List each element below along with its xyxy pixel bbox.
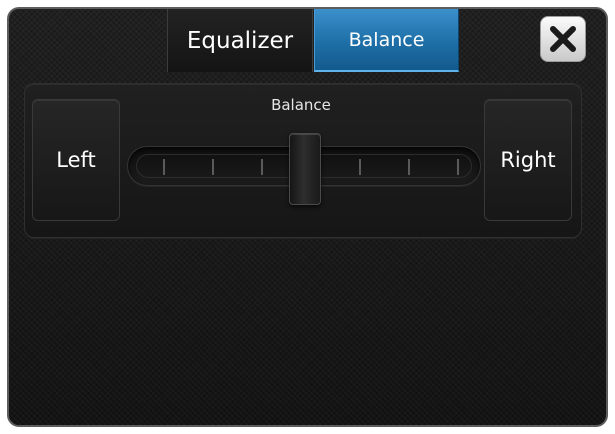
- tab-balance[interactable]: Balance: [314, 9, 459, 72]
- slider-tick: [408, 159, 410, 175]
- slider-tick: [163, 159, 165, 175]
- balance-left-button[interactable]: Left: [32, 99, 120, 221]
- close-button[interactable]: [540, 16, 586, 62]
- balance-left-label: Left: [56, 148, 96, 172]
- slider-tick: [212, 159, 214, 175]
- balance-right-label: Right: [500, 148, 556, 172]
- balance-slider-thumb[interactable]: [289, 133, 321, 205]
- tab-equalizer[interactable]: Equalizer: [167, 9, 313, 72]
- slider-tick: [457, 159, 459, 175]
- tab-equalizer-label: Equalizer: [186, 27, 294, 54]
- slider-tick: [359, 159, 361, 175]
- close-icon: [550, 26, 576, 52]
- slider-tick: [261, 159, 263, 175]
- balance-right-button[interactable]: Right: [484, 99, 572, 221]
- balance-title: Balance: [271, 96, 331, 114]
- tab-balance-label: Balance: [348, 28, 425, 51]
